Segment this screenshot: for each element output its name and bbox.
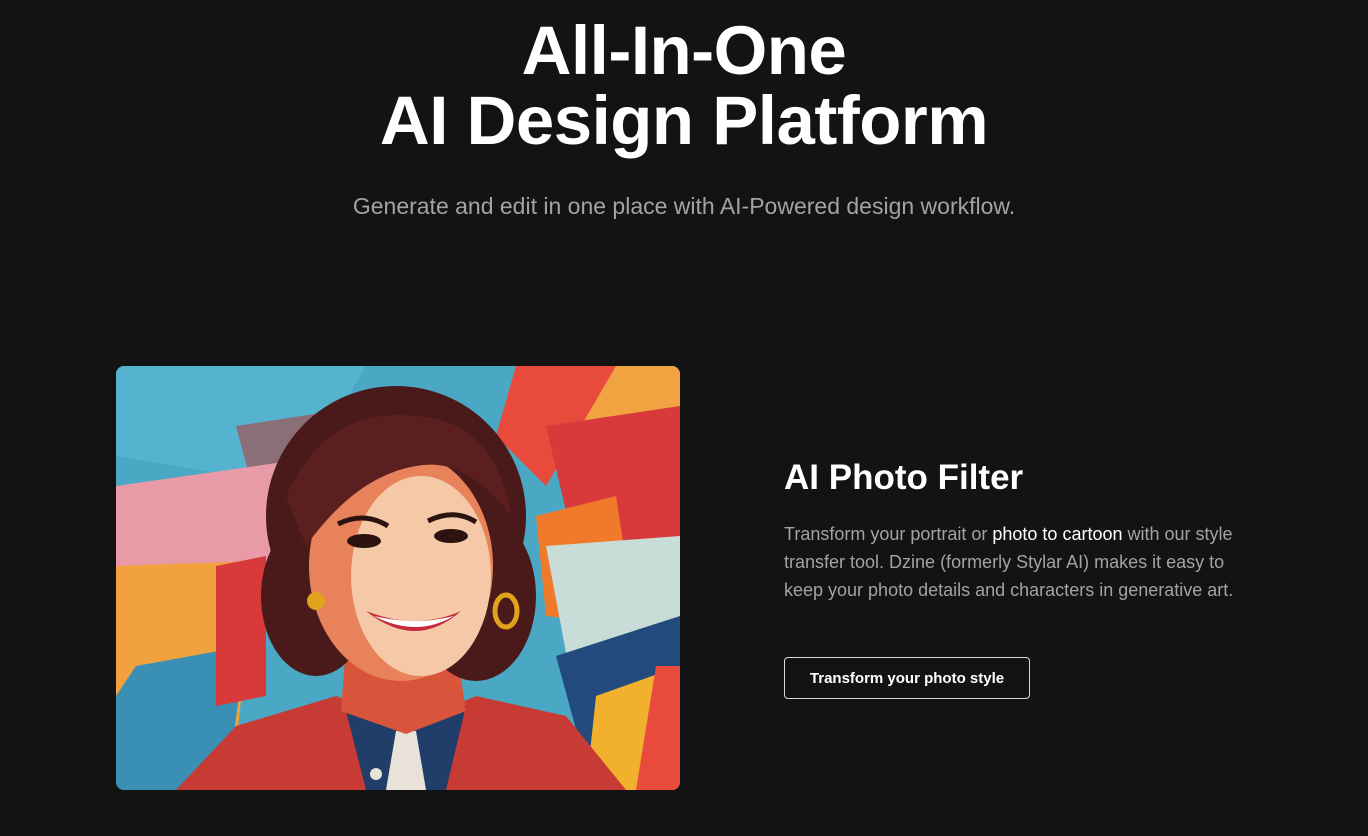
photo-to-cartoon-link[interactable]: photo to cartoon (992, 524, 1122, 544)
hero-title-line-2: AI Design Platform (379, 82, 989, 159)
landing-page: All-In-One AI Design Platform Generate a… (0, 0, 1368, 836)
feature-title: AI Photo Filter (784, 458, 1024, 497)
hero-title-line-1: All-In-One (521, 12, 847, 89)
cartoon-portrait-image (116, 366, 680, 790)
feature-description-part-1: Transform your portrait or (784, 524, 993, 544)
hero-title: All-In-One AI Design Platform (0, 16, 1368, 156)
transform-photo-style-button[interactable]: Transform your photo style (784, 657, 1030, 699)
feature-description: Transform your portrait or photo to cart… (784, 520, 1254, 604)
hero-subtitle: Generate and edit in one place with AI-P… (352, 193, 1016, 219)
